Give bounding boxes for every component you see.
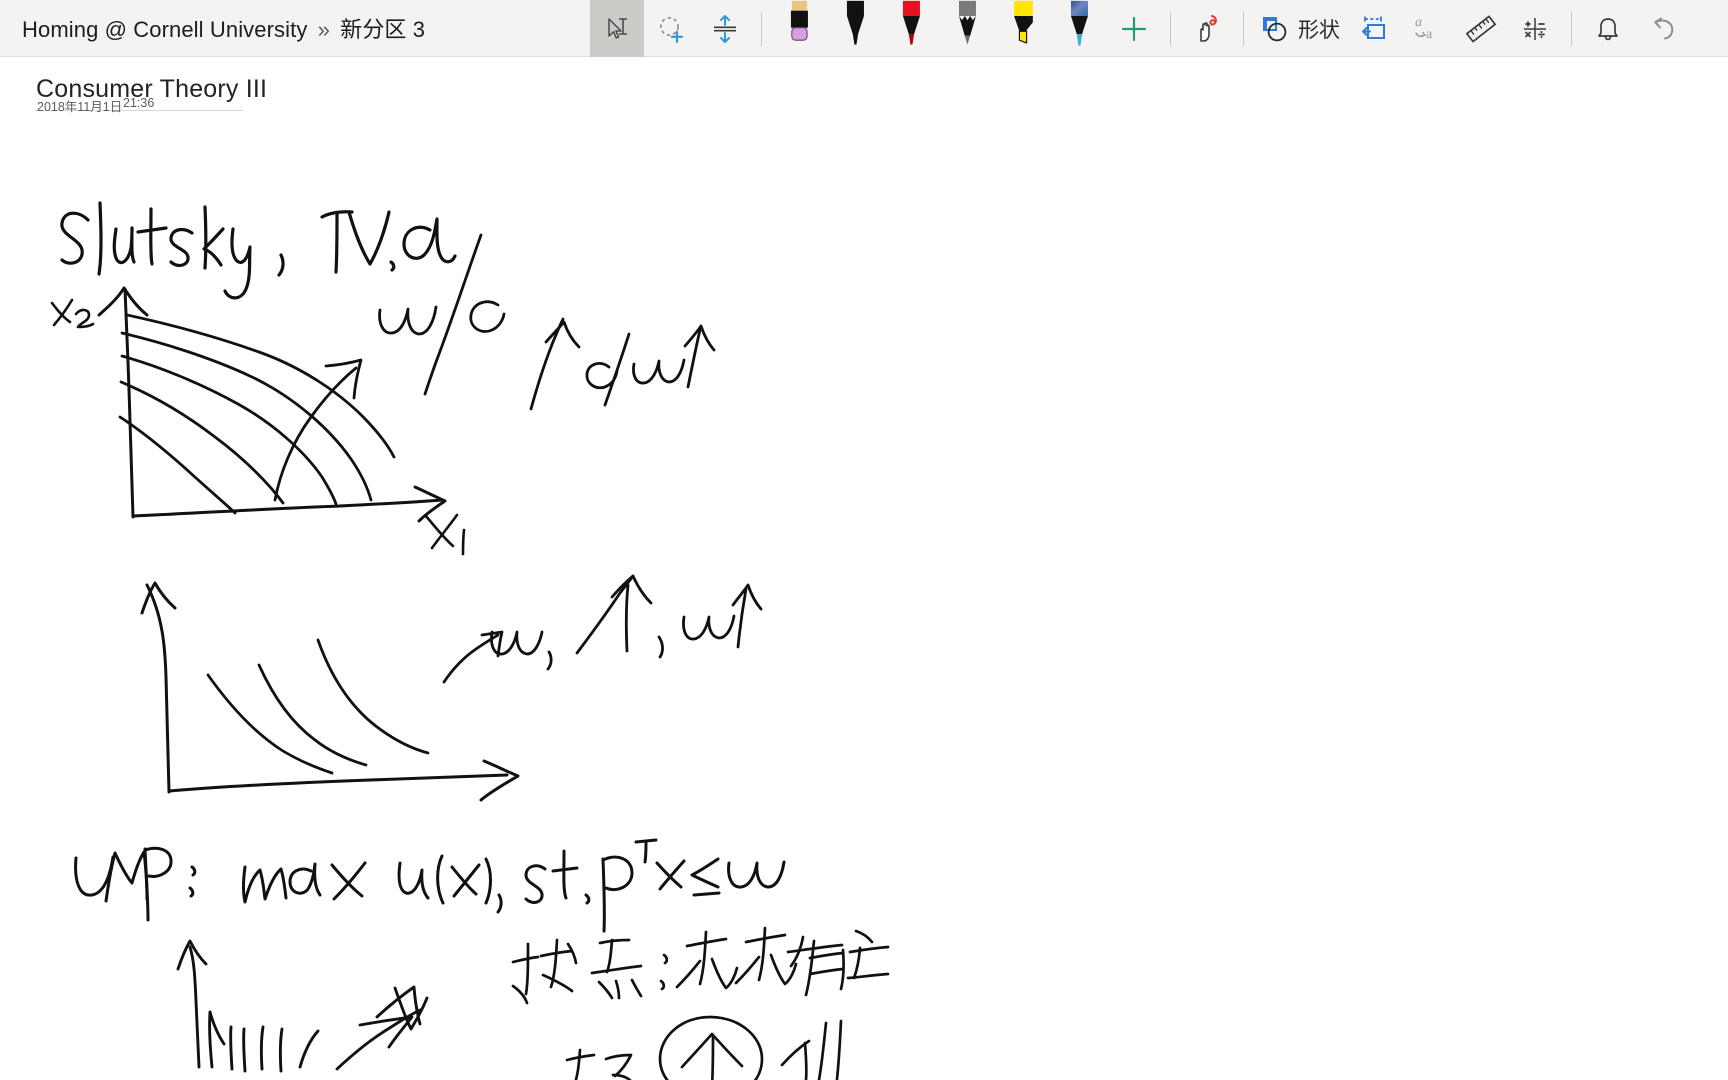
pen-black[interactable] — [827, 0, 883, 57]
pencil-grey[interactable] — [939, 0, 995, 57]
cursor-text-icon — [608, 17, 627, 39]
pen-black-icon — [846, 0, 864, 45]
pen-red[interactable] — [883, 0, 939, 57]
select-text-tool[interactable] — [590, 0, 644, 57]
insert-space-tool[interactable] — [698, 0, 752, 57]
highlighter-yellow[interactable] — [995, 0, 1051, 57]
undo-icon — [1654, 17, 1674, 39]
svg-text:a: a — [1415, 15, 1422, 30]
convert-shape-tool[interactable] — [1346, 0, 1400, 57]
highlighter-yellow-icon — [1014, 0, 1033, 44]
breadcrumb-section[interactable]: 新分区 3 — [340, 17, 425, 42]
svg-text:a: a — [1426, 27, 1433, 42]
undo-button[interactable] — [1635, 0, 1689, 57]
ink-to-math-tool[interactable] — [1508, 0, 1562, 57]
shapes-label: 形状 — [1298, 18, 1340, 42]
lasso-select-tool[interactable] — [644, 0, 698, 57]
toolbar-divider-2 — [1170, 11, 1171, 46]
pen-red-icon — [902, 0, 920, 45]
add-pen-button[interactable] — [1107, 0, 1161, 57]
pen-gallery[interactable] — [1051, 0, 1107, 57]
ink-graph1-budget-lines — [118, 313, 396, 515]
math-icon — [1524, 17, 1546, 40]
ink-graph2-curves — [206, 638, 430, 775]
ink-graph1 — [97, 286, 447, 523]
lasso-select-icon — [660, 16, 684, 43]
ink-heading-slutsky — [60, 201, 457, 300]
ink-ump-expression — [74, 838, 786, 933]
top-toolbar: Homing @ Cornell University » 新分区 3 形状 a… — [0, 0, 1728, 57]
eraser-icon — [790, 0, 808, 41]
convert-shape-icon — [1362, 16, 1385, 39]
ruler-icon — [1465, 14, 1497, 43]
ink-label-x2 — [50, 298, 95, 329]
ruler-tool[interactable] — [1454, 0, 1508, 57]
insert-space-icon — [714, 14, 736, 43]
breadcrumb[interactable]: Homing @ Cornell University » 新分区 3 — [0, 12, 425, 44]
breadcrumb-separator: » — [317, 17, 331, 42]
ink-annotation-u-labels — [490, 574, 763, 671]
ink-canvas[interactable] — [0, 57, 1728, 1080]
bell-icon — [1598, 17, 1618, 40]
toolbar-tools: 形状 a a — [590, 0, 1689, 57]
breadcrumb-notebook[interactable]: Homing @ Cornell University — [22, 17, 307, 42]
onenote-window: Homing @ Cornell University » 新分区 3 形状 a… — [0, 0, 1728, 1080]
ink-to-text-icon: a a — [1415, 15, 1433, 42]
ink-bottom-sketch — [176, 939, 429, 1073]
notification-bell[interactable] — [1581, 0, 1635, 57]
pencil-grey-icon — [958, 0, 976, 45]
toolbar-divider-3 — [1243, 11, 1244, 46]
note-page[interactable]: Consumer Theory III 2018年11月1日 21:36 — [0, 57, 1728, 1080]
ink-label-x1 — [424, 513, 466, 556]
shapes-tool[interactable]: 形状 — [1253, 0, 1346, 57]
ink-to-text-tool[interactable]: a a — [1400, 0, 1454, 57]
hand-gesture-icon — [1200, 14, 1217, 42]
ink-annotation-ew — [529, 317, 716, 411]
toolbar-divider-4 — [1571, 11, 1572, 46]
pen-gallery-icon — [1070, 0, 1088, 46]
ink-graph2-arrow — [442, 630, 504, 684]
toolbar-divider-1 — [761, 11, 762, 46]
ink-chinese-note — [511, 926, 890, 1080]
shapes-icon — [1263, 16, 1287, 41]
plus-icon — [1121, 16, 1147, 41]
eraser-tool[interactable] — [771, 0, 827, 57]
ink-gesture-tool[interactable] — [1180, 0, 1234, 57]
ink-graph2 — [140, 581, 520, 802]
